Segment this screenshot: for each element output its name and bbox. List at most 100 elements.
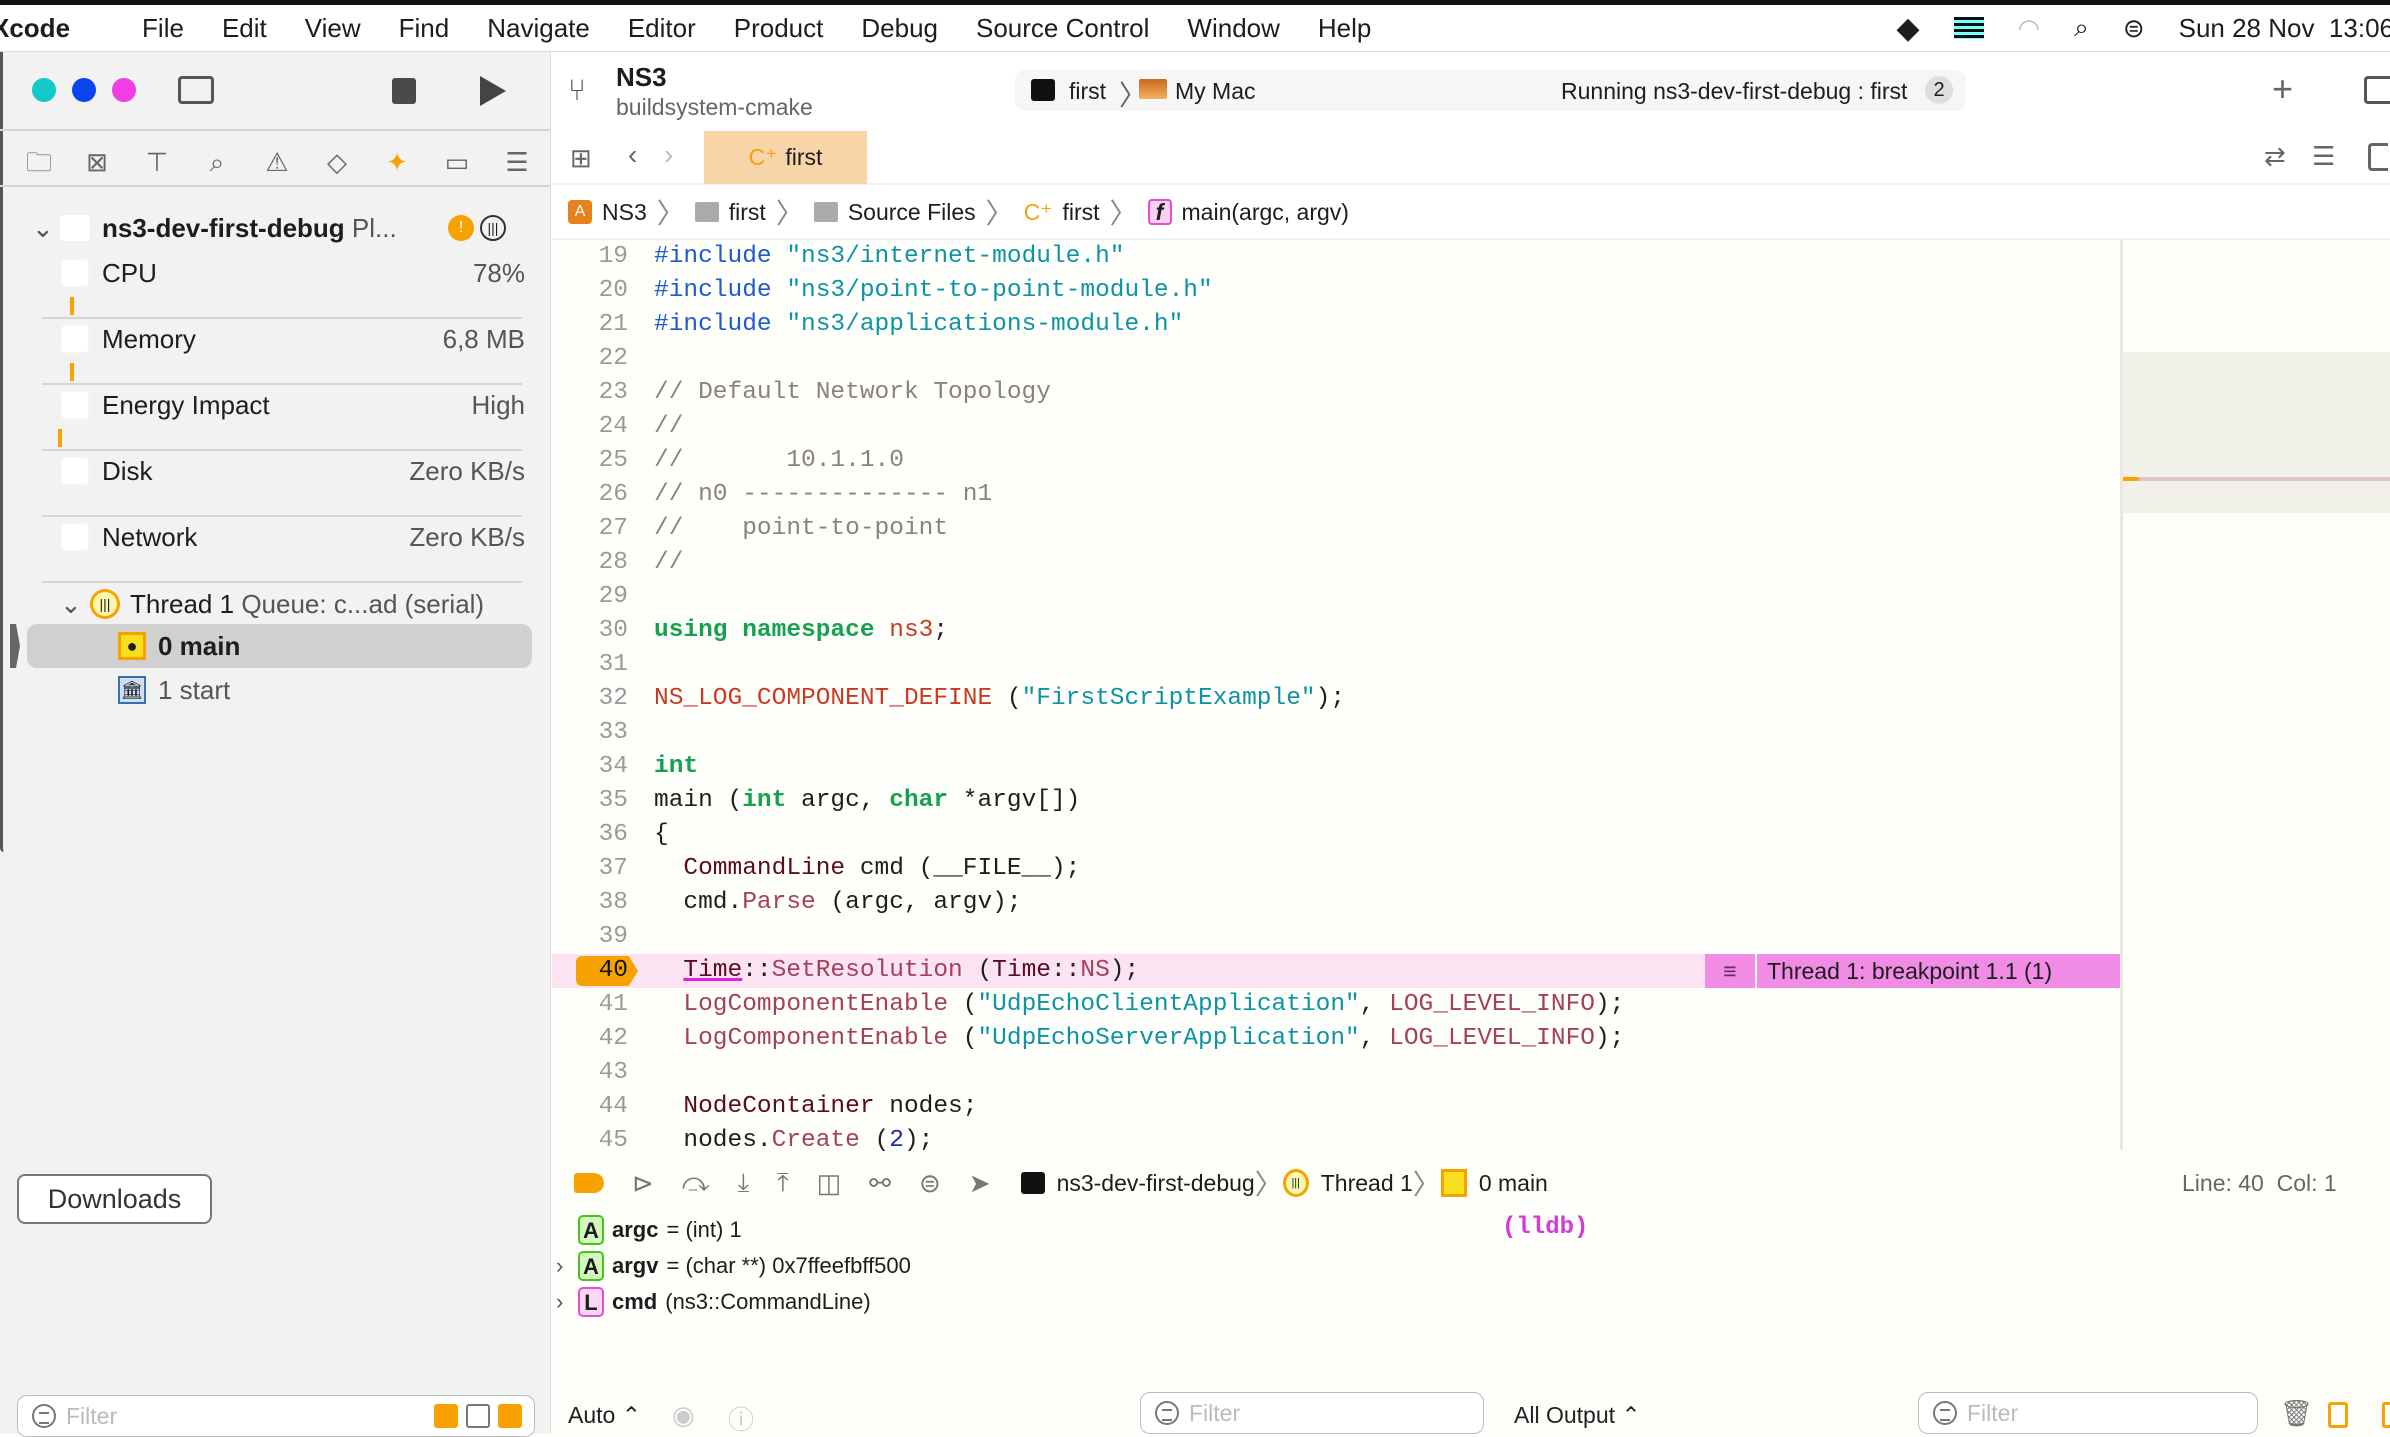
code-line[interactable]: 24 // bbox=[552, 410, 2120, 444]
destination-selector[interactable]: My Mac bbox=[1175, 78, 1256, 105]
code-line[interactable]: 36 { bbox=[552, 818, 2120, 852]
disclosure-chevron-icon[interactable]: ⌄ bbox=[60, 589, 82, 620]
debug-thread[interactable]: Thread 1 bbox=[1321, 1170, 1413, 1197]
environment-overrides-icon[interactable]: ⊜ bbox=[919, 1168, 941, 1199]
menu-product[interactable]: Product bbox=[734, 13, 824, 44]
thread-icon[interactable]: ||| bbox=[480, 215, 506, 241]
code-line[interactable]: 33 bbox=[552, 716, 2120, 750]
breakpoints-toggle-icon[interactable] bbox=[574, 1173, 604, 1193]
stop-button[interactable] bbox=[392, 78, 416, 104]
step-into-icon[interactable]: ⤓ bbox=[738, 1167, 750, 1199]
menu-source-control[interactable]: Source Control bbox=[976, 13, 1149, 44]
report-navigator-icon[interactable]: ☰ bbox=[500, 145, 534, 179]
variables-scope-selector[interactable]: Auto ⌃ bbox=[568, 1402, 641, 1429]
related-items-icon[interactable]: ⊞ bbox=[570, 143, 592, 174]
disclosure-chevron-icon[interactable]: ⌄ bbox=[32, 213, 54, 244]
menu-editor[interactable]: Editor bbox=[628, 13, 696, 44]
inspector-toggle-icon[interactable] bbox=[2364, 76, 2390, 104]
branch-name[interactable]: buildsystem-cmake bbox=[616, 94, 813, 121]
menu-find[interactable]: Find bbox=[399, 13, 450, 44]
test-navigator-icon[interactable]: ◇ bbox=[320, 145, 354, 179]
editor-options-icon[interactable]: ☰ bbox=[2312, 141, 2335, 172]
close-window-button[interactable] bbox=[32, 78, 56, 102]
tab-first[interactable]: C⁺ first bbox=[704, 131, 867, 184]
code-line[interactable]: 44 NodeContainer nodes; bbox=[552, 1090, 2120, 1124]
trash-icon[interactable]: 🗑 bbox=[2280, 1398, 2313, 1429]
continue-icon[interactable]: ⊳ bbox=[632, 1168, 654, 1199]
variable-row[interactable]: › Lcmd (ns3::CommandLine) bbox=[556, 1286, 871, 1318]
menu-window[interactable]: Window bbox=[1187, 13, 1279, 44]
back-button[interactable]: ‹ bbox=[628, 139, 637, 171]
menu-help[interactable]: Help bbox=[1318, 13, 1371, 44]
project-navigator-icon[interactable]: 🗀 bbox=[22, 145, 56, 179]
variables-filter-input[interactable]: Filter bbox=[1140, 1392, 1484, 1434]
forward-button[interactable]: › bbox=[664, 139, 673, 171]
menu-navigate[interactable]: Navigate bbox=[487, 13, 590, 44]
filter-grid-icon[interactable] bbox=[498, 1404, 522, 1428]
console-filter-input[interactable]: Filter bbox=[1918, 1392, 2258, 1434]
status-app-icon[interactable]: ◆ bbox=[1896, 11, 1919, 46]
debug-process[interactable]: ns3-dev-first-debug bbox=[1057, 1170, 1255, 1197]
debug-frame[interactable]: 0 main bbox=[1479, 1170, 1548, 1197]
menu-view[interactable]: View bbox=[305, 13, 361, 44]
code-line[interactable]: 35 main (int argc, char *argv[]) bbox=[552, 784, 2120, 818]
issue-navigator-icon[interactable]: ⚠ bbox=[260, 145, 294, 179]
breadcrumb-project[interactable]: NS3 bbox=[602, 199, 647, 226]
menu-file[interactable]: File bbox=[142, 13, 184, 44]
gauge-disk[interactable]: Disk Zero KB/s bbox=[0, 449, 551, 493]
code-line[interactable]: 32 NS_LOG_COMPONENT_DEFINE ("FirstScriptE… bbox=[552, 682, 2120, 716]
input-source-icon[interactable] bbox=[1953, 17, 1984, 39]
scheme-selector[interactable]: first bbox=[1069, 78, 1106, 105]
show-console-toggle[interactable] bbox=[2382, 1402, 2390, 1428]
breakpoint-annotation[interactable]: ≡ Thread 1: breakpoint 1.1 (1) bbox=[1705, 954, 2120, 988]
add-icon[interactable]: + bbox=[2272, 68, 2293, 110]
console-output-selector[interactable]: All Output ⌃ bbox=[1514, 1402, 1641, 1429]
filter-option-icon[interactable] bbox=[434, 1404, 458, 1428]
breakpoint-navigator-icon[interactable]: ▭ bbox=[440, 145, 474, 179]
minimize-window-button[interactable] bbox=[72, 78, 96, 102]
code-line[interactable]: ≡ Thread 1: breakpoint 1.1 (1) 40 Time::Se… bbox=[552, 954, 2120, 988]
variable-row[interactable]: › Aargv = (char **) 0x7ffeefbff500 bbox=[556, 1250, 911, 1282]
code-line[interactable]: 27 // point-to-point bbox=[552, 512, 2120, 546]
code-line[interactable]: 38 cmd.Parse (argc, argv); bbox=[552, 886, 2120, 920]
view-hierarchy-icon[interactable]: ◫ bbox=[817, 1168, 842, 1199]
code-line[interactable]: 45 nodes.Create (2); bbox=[552, 1124, 2120, 1158]
code-line[interactable]: 26 // n0 -------------- n1 bbox=[552, 478, 2120, 512]
code-line[interactable]: 23 // Default Network Topology bbox=[552, 376, 2120, 410]
source-editor[interactable]: 19 #include "ns3/internet-module.h" 20 #inc… bbox=[552, 240, 2120, 1154]
menu-clock[interactable]: Sun 28 Nov 13:06 bbox=[2179, 13, 2390, 44]
memory-graph-icon[interactable]: ⚯ bbox=[869, 1168, 891, 1199]
wifi-icon[interactable]: ◠ bbox=[2018, 13, 2041, 44]
lldb-prompt[interactable]: (lldb) bbox=[1502, 1214, 1588, 1241]
variable-row[interactable]: Aargc = (int) 1 bbox=[568, 1214, 742, 1246]
code-line[interactable]: 20 #include "ns3/point-to-point-module.h" bbox=[552, 274, 2120, 308]
breadcrumb-symbol[interactable]: main(argc, argv) bbox=[1182, 199, 1349, 226]
code-line[interactable]: 28 // bbox=[552, 546, 2120, 580]
menu-app[interactable]: Xcode bbox=[0, 13, 70, 44]
debug-navigator-icon[interactable]: ✦ bbox=[380, 145, 414, 179]
step-over-icon[interactable]: ⤼ bbox=[682, 1167, 710, 1199]
code-line[interactable]: 25 // 10.1.1.0 bbox=[552, 444, 2120, 478]
gauge-cpu[interactable]: CPU 78% bbox=[0, 251, 551, 295]
control-center-icon[interactable]: ⊜ bbox=[2123, 13, 2145, 44]
minimap-visible-region[interactable] bbox=[2123, 352, 2390, 513]
process-row[interactable]: ⌄ ns3-dev-first-debug Pl... ! ||| bbox=[0, 206, 551, 250]
split-editor-icon[interactable] bbox=[2368, 143, 2388, 171]
branch-icon[interactable]: ⑂ bbox=[568, 74, 586, 108]
show-variables-toggle[interactable] bbox=[2328, 1402, 2348, 1428]
symbol-navigator-icon[interactable]: ⊤ bbox=[140, 145, 174, 179]
code-line[interactable]: 31 bbox=[552, 648, 2120, 682]
zoom-window-button[interactable] bbox=[112, 78, 136, 102]
code-line[interactable]: 43 bbox=[552, 1056, 2120, 1090]
breadcrumb-group[interactable]: first bbox=[729, 199, 766, 226]
issue-count-badge[interactable]: 2 bbox=[1925, 76, 1953, 104]
menu-debug[interactable]: Debug bbox=[861, 13, 938, 44]
frame-1-start[interactable]: 🏛 1 start bbox=[0, 668, 551, 712]
gauge-network[interactable]: Network Zero KB/s bbox=[0, 515, 551, 559]
gauge-icon[interactable]: ! bbox=[448, 215, 474, 241]
code-line[interactable]: 34 int bbox=[552, 750, 2120, 784]
thread-row[interactable]: ⌄ ||| Thread 1 Queue: c...ad (serial) bbox=[0, 585, 551, 623]
code-line[interactable]: 29 bbox=[552, 580, 2120, 614]
disclosure-chevron-icon[interactable]: › bbox=[556, 1253, 563, 1279]
code-line[interactable]: 19 #include "ns3/internet-module.h" bbox=[552, 240, 2120, 274]
